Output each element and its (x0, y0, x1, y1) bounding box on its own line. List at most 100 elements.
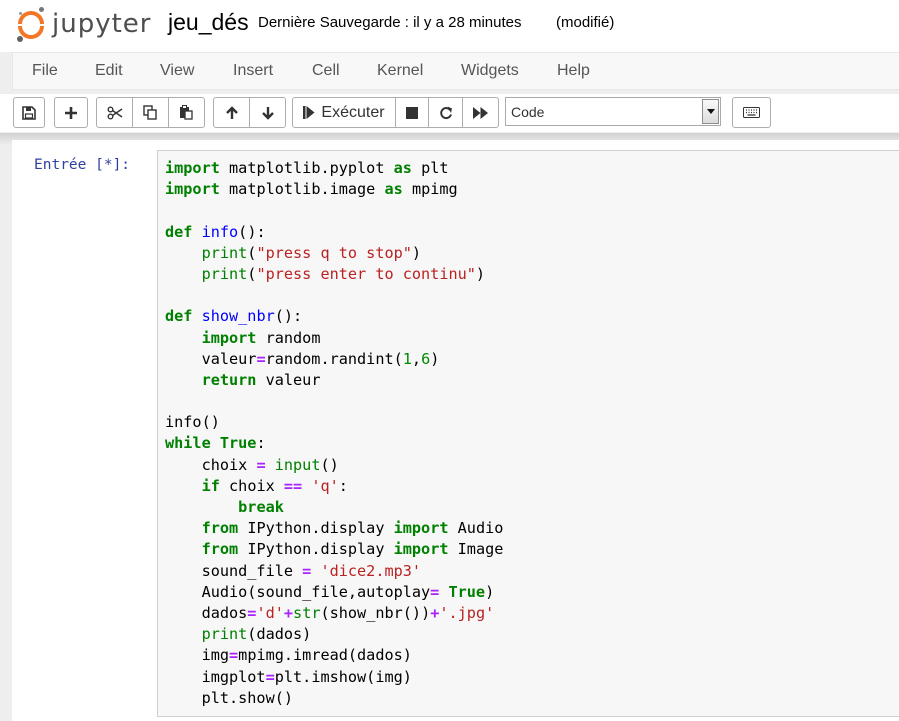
code-token: (show_nbr()) (320, 603, 431, 622)
code-token: 'dice2.mp3' (320, 561, 422, 580)
code-token: valeur (265, 370, 321, 389)
menu-widgets[interactable]: Widgets (461, 62, 519, 80)
code-token: random.randint( (265, 349, 403, 368)
code-token: def (165, 222, 193, 241)
code-token: : (256, 434, 266, 453)
menu-file[interactable]: File (32, 62, 58, 80)
cut-button[interactable] (96, 97, 133, 128)
insert-cell-button[interactable] (54, 97, 88, 128)
header: jupyter jeu_dés Dernière Sauvegarde : il… (0, 0, 899, 52)
run-all-button[interactable] (462, 97, 499, 128)
code-cell-input[interactable]: import matplotlib.pyplot as plt import ma… (157, 150, 899, 717)
code-line: import matplotlib.image as mpimg (165, 179, 503, 200)
code-editor[interactable]: import matplotlib.pyplot as plt import ma… (165, 158, 503, 709)
move-down-button[interactable] (249, 97, 286, 128)
menu-view[interactable]: View (160, 62, 194, 80)
code-line: import random (165, 328, 503, 349)
code-token: matplotlib.image (229, 180, 376, 199)
stop-icon (406, 106, 418, 119)
code-token: True (448, 582, 486, 601)
code-line: import matplotlib.pyplot as plt (165, 158, 503, 179)
restart-button[interactable] (428, 97, 463, 128)
code-line: img=mpimg.imread(dados) (165, 645, 503, 666)
code-token: return (201, 370, 257, 389)
menu-cell[interactable]: Cell (312, 62, 340, 80)
code-line: def info(): (165, 222, 503, 243)
code-token: = (265, 667, 275, 686)
code-token: + (430, 603, 440, 622)
code-token: 'd' (256, 603, 284, 622)
copy-button[interactable] (132, 97, 169, 128)
code-token: ) (411, 243, 422, 262)
code-line: return valeur (165, 370, 503, 391)
toolbar: Exécuter Code (0, 94, 899, 132)
code-token: Audio(sound_file,autoplay (165, 582, 431, 601)
step-forward-icon (303, 106, 315, 119)
menu-bar: File Edit View Insert Cell Kernel Widget… (12, 52, 899, 90)
interrupt-button[interactable] (395, 97, 429, 128)
code-token: print (201, 264, 248, 283)
code-line: print(dados) (165, 624, 503, 645)
save-button[interactable] (13, 97, 45, 128)
code-token: (dados) (247, 625, 312, 644)
code-token: import (393, 519, 449, 538)
code-line: dados='d'+str(show_nbr())+'.jpg' (165, 603, 503, 624)
code-token: mpimg (411, 180, 458, 199)
code-token: = (256, 455, 266, 474)
code-token: = (302, 561, 312, 580)
code-token: from (201, 540, 239, 559)
code-token: (): (238, 222, 266, 241)
chevron-down-icon[interactable] (702, 99, 719, 124)
cell-type-value: Code (511, 104, 545, 120)
keyboard-icon (743, 107, 760, 118)
code-line: sound_file = 'dice2.mp3' (165, 561, 503, 582)
code-token: + (283, 603, 294, 622)
arrow-up-icon (225, 105, 238, 119)
code-token: while (165, 434, 211, 453)
code-token: = (430, 582, 440, 601)
code-line: while True: (165, 433, 503, 454)
jupyter-logo-icon (16, 7, 46, 42)
code-line: print("press q to stop") (165, 243, 503, 264)
code-token: import (165, 159, 220, 177)
command-palette-button[interactable] (732, 97, 771, 128)
code-token: matplotlib.pyplot (229, 159, 385, 177)
menu-help[interactable]: Help (557, 62, 590, 80)
code-line: def show_nbr(): (165, 306, 503, 327)
code-token: ) (475, 264, 486, 283)
code-token: plt (421, 159, 449, 177)
code-token: import (393, 540, 449, 559)
move-up-button[interactable] (213, 97, 250, 128)
code-token: input (274, 455, 321, 474)
notebook-name[interactable]: jeu_dés (168, 9, 249, 36)
code-token: str (293, 603, 321, 622)
paste-button[interactable] (168, 97, 205, 128)
menu-kernel[interactable]: Kernel (377, 62, 423, 80)
run-button[interactable]: Exécuter (292, 97, 396, 128)
menu-insert[interactable]: Insert (233, 62, 273, 80)
code-token: (): (274, 307, 303, 326)
notebook-container: Entrée [*]: import matplotlib.pyplot as … (12, 140, 899, 721)
save-status: Dernière Sauvegarde : il y a 28 minutes (258, 14, 522, 31)
code-token: , (411, 349, 422, 368)
code-line: Audio(sound_file,autoplay= True) (165, 582, 503, 603)
code-token: imgplot (165, 667, 266, 686)
code-token: valeur (165, 349, 257, 368)
cell-type-select[interactable]: Code (505, 97, 721, 126)
code-token: == (283, 476, 303, 495)
menu-edit[interactable]: Edit (95, 62, 123, 80)
code-token: import (201, 328, 257, 347)
code-token: True (219, 434, 257, 453)
jupyter-logo[interactable]: jupyter (16, 4, 151, 44)
dirty-indicator: (modifié) (556, 14, 615, 31)
code-token: img (165, 646, 230, 665)
code-token: = (256, 349, 266, 368)
code-token: import (165, 180, 220, 199)
code-token: 6 (421, 349, 431, 368)
